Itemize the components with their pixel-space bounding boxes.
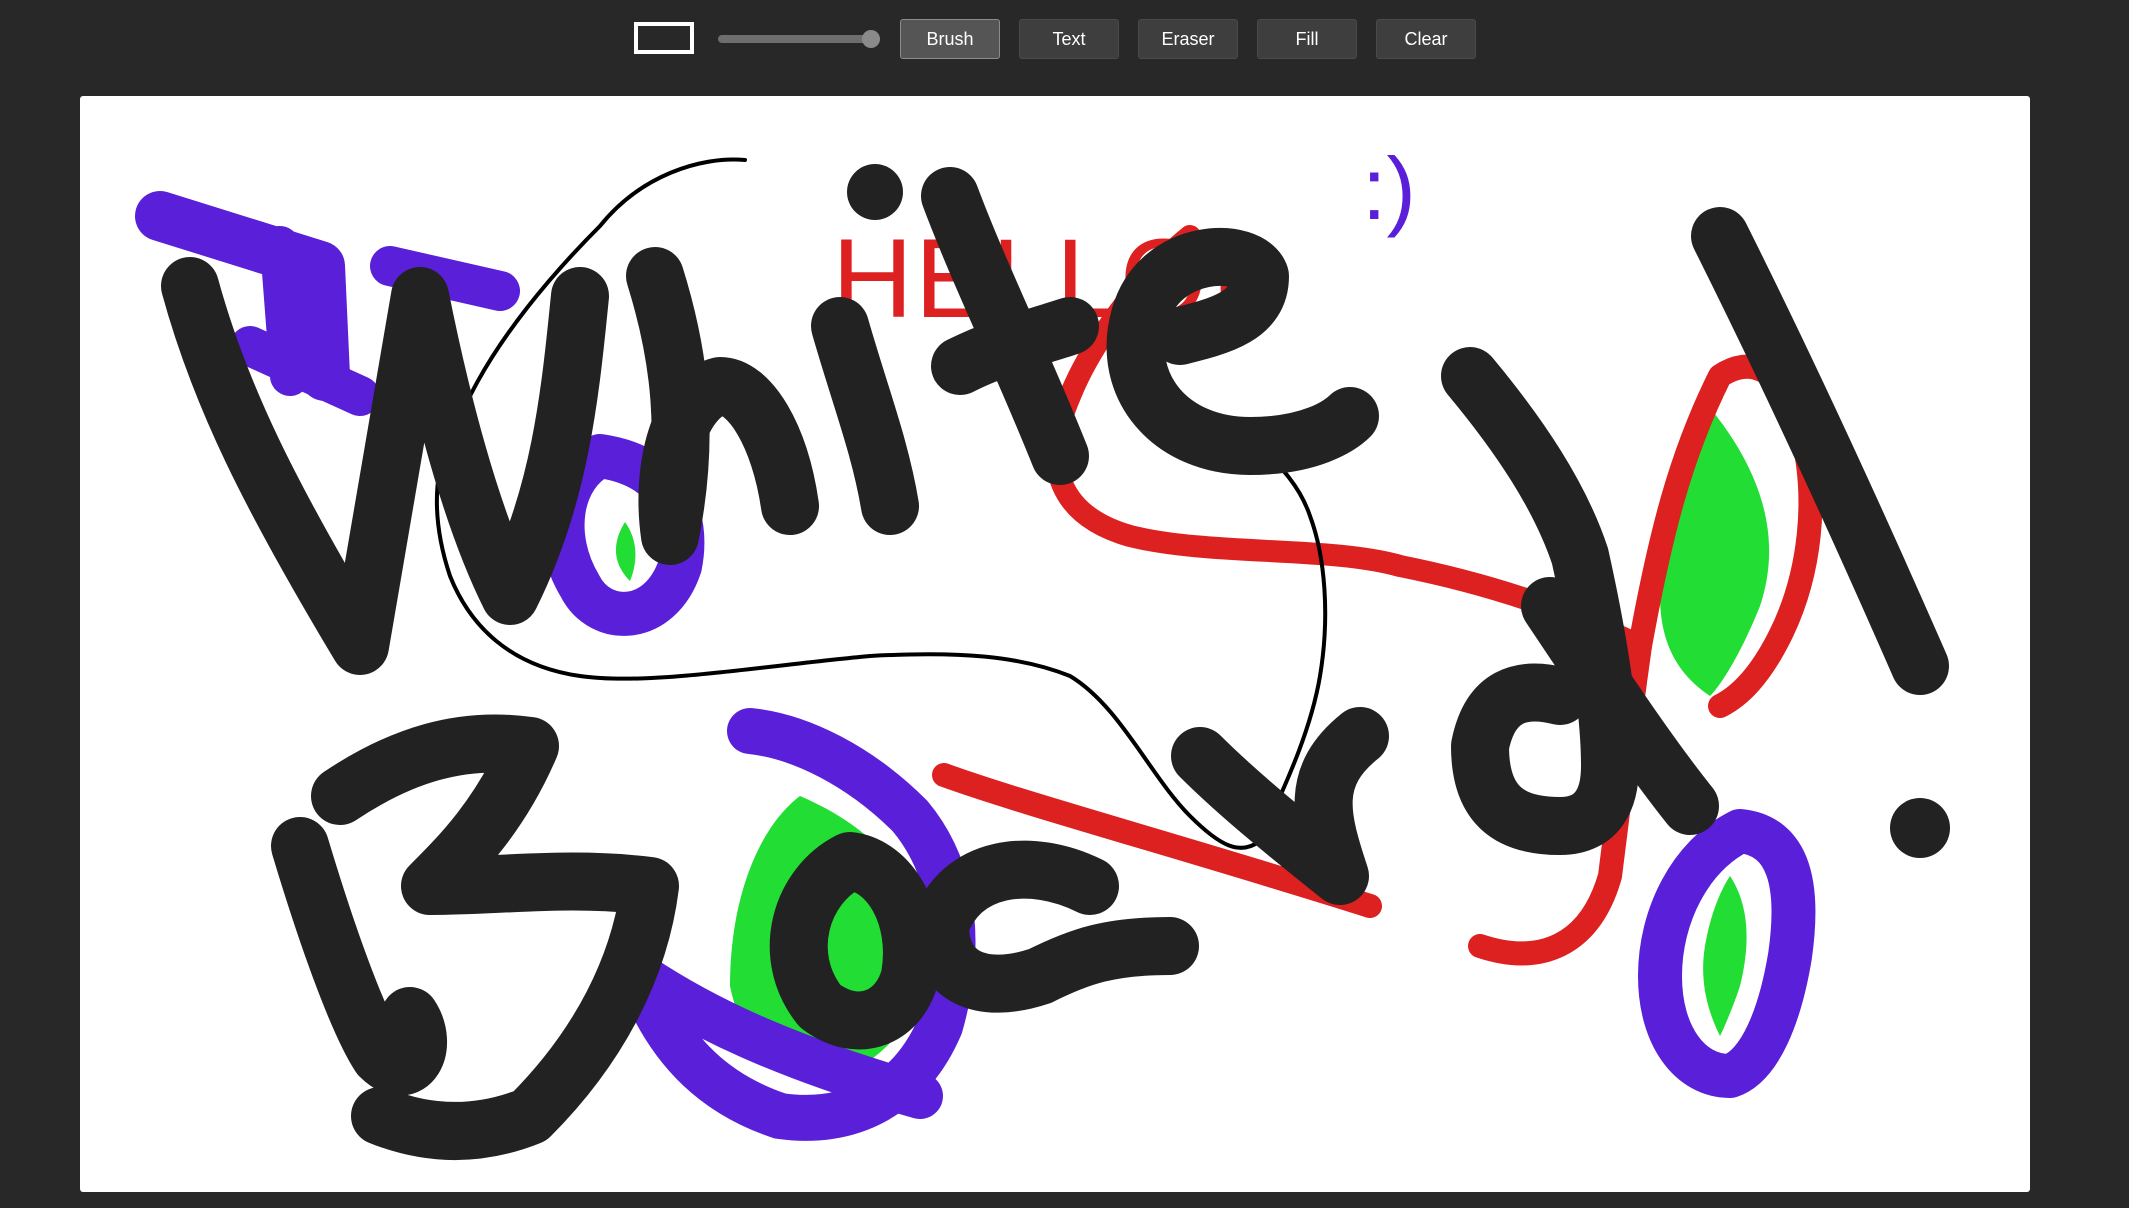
drawing-canvas[interactable]: HELLO! :) <box>80 96 2030 1192</box>
text-button[interactable]: Text <box>1019 19 1119 59</box>
slider-thumb[interactable] <box>862 30 881 48</box>
ink-letter-i-stem <box>811 297 919 535</box>
brush-size-slider[interactable] <box>718 30 881 48</box>
green-fill-small-left <box>615 522 636 581</box>
color-swatch-icon[interactable] <box>634 22 694 54</box>
slider-track[interactable] <box>718 35 880 43</box>
green-fill-lower-right <box>1703 876 1747 1036</box>
fill-button[interactable]: Fill <box>1257 19 1357 59</box>
toolbar: Brush Text Eraser Fill Clear <box>0 0 2129 78</box>
ink-letter-b <box>271 714 679 1160</box>
ink-dot-i <box>847 164 903 220</box>
ink-letter-h <box>626 247 819 565</box>
ink-dot-exclamation <box>1890 798 1950 858</box>
ink-letter-e <box>1106 228 1379 475</box>
brush-button[interactable]: Brush <box>900 19 1000 59</box>
eraser-button[interactable]: Eraser <box>1138 19 1238 59</box>
drawing-strokes <box>135 157 1950 1160</box>
clear-button[interactable]: Clear <box>1376 19 1476 59</box>
green-fill-right <box>1660 396 1770 696</box>
ink-letter-t <box>921 167 1099 485</box>
